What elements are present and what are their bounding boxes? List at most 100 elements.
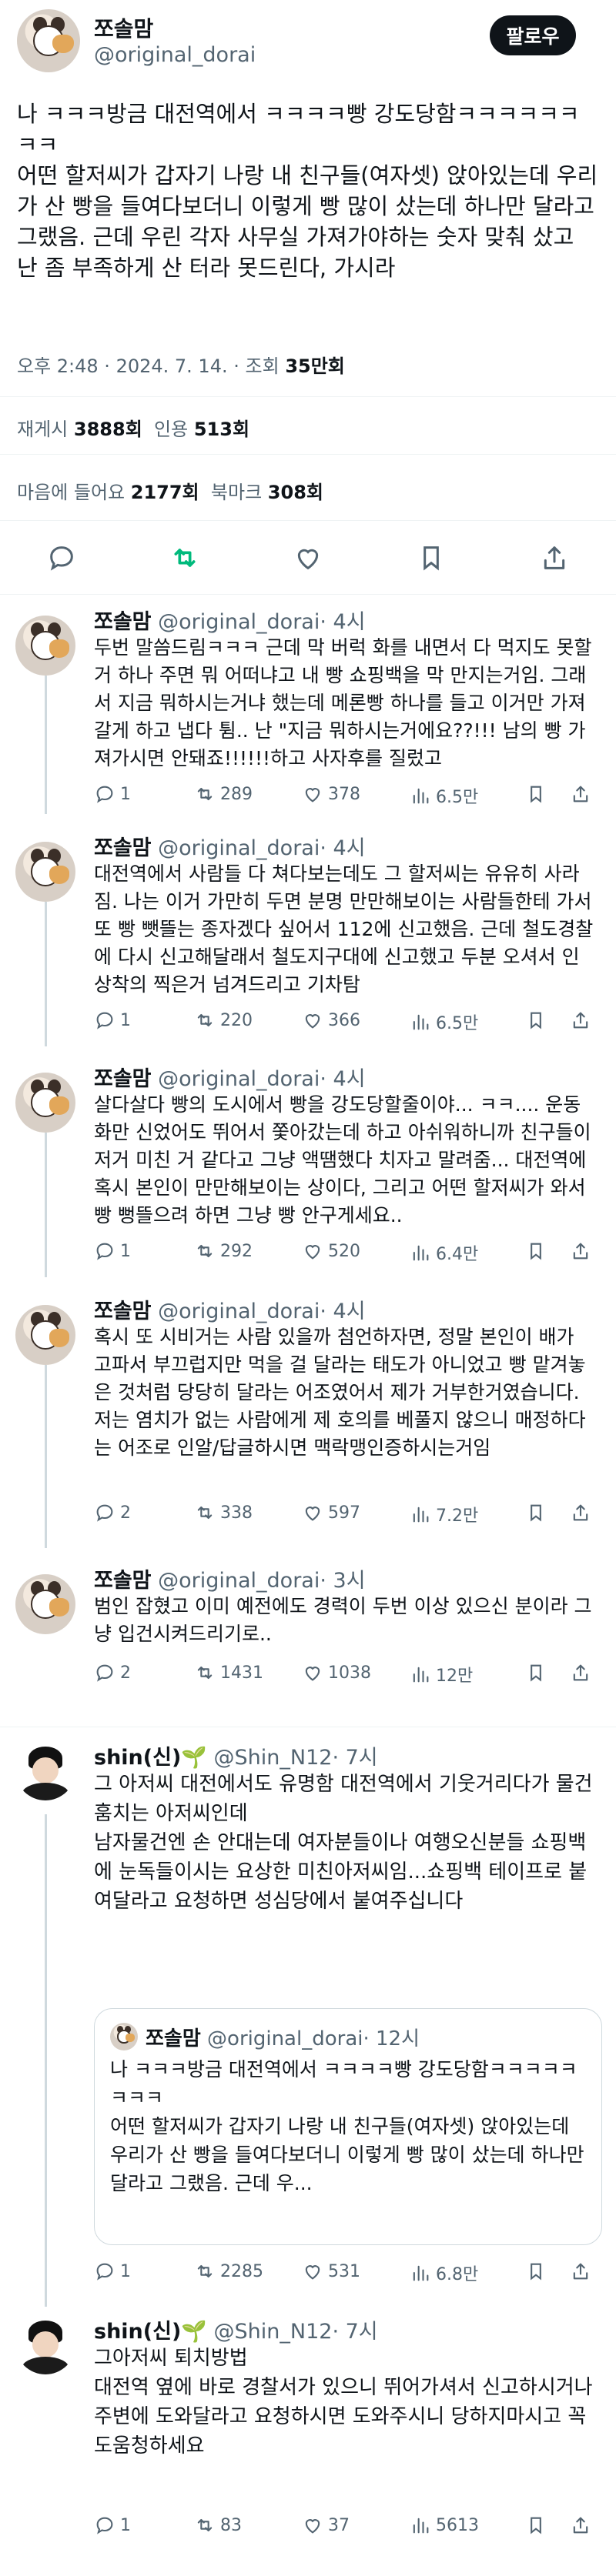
reply-time[interactable]: · 4시: [320, 1067, 365, 1091]
repost-count[interactable]: 1431: [194, 1662, 263, 1683]
reply-tweet[interactable]: 쪼솔맘 @original_dorai· 4시 혹시 또 시비거는 사람 있을까…: [0, 1294, 616, 1563]
author-name[interactable]: 쪼솔맘: [94, 1067, 152, 1091]
view-count[interactable]: 6.5만: [410, 783, 478, 808]
reply-count[interactable]: 2: [94, 1662, 131, 1683]
reply-count[interactable]: 1: [94, 783, 131, 805]
like-count[interactable]: 378: [302, 783, 360, 805]
bookmark-icon[interactable]: [525, 2514, 547, 2536]
avatar[interactable]: [15, 1740, 75, 1800]
share-icon[interactable]: [570, 2514, 591, 2536]
author-name[interactable]: 쪼솔맘: [94, 836, 152, 860]
avatar[interactable]: [15, 616, 75, 676]
avatar[interactable]: [17, 9, 80, 72]
share-icon[interactable]: [570, 1009, 591, 1031]
author-handle[interactable]: @original_dorai: [94, 43, 256, 67]
reply-time[interactable]: · 4시: [320, 1300, 365, 1323]
reply-count[interactable]: 1: [94, 1009, 131, 1031]
tweet-time[interactable]: 오후 2:48 · 2024. 7. 14.: [17, 355, 228, 377]
bookmark-icon[interactable]: [525, 1662, 547, 1683]
reply-tweet[interactable]: 쪼솔맘 @original_dorai· 4시 살다살다 빵의 도시에서 빵을 …: [0, 1062, 616, 1293]
thread-line: [45, 902, 47, 1046]
reply-time[interactable]: · 7시: [332, 1746, 377, 1770]
divider: [0, 396, 616, 397]
reply-time[interactable]: · 3시: [320, 1569, 365, 1593]
author-handle[interactable]: @original_dorai: [158, 610, 320, 634]
share-icon[interactable]: [570, 1240, 591, 1262]
reposts-label[interactable]: 재게시: [17, 419, 68, 440]
bookmark-icon[interactable]: [416, 542, 447, 573]
avatar[interactable]: [15, 842, 75, 902]
share-icon[interactable]: [570, 1502, 591, 1523]
share-icon[interactable]: [570, 783, 591, 805]
author-name[interactable]: shin(신)🌱: [94, 1746, 207, 1770]
reply-count[interactable]: 1: [94, 2261, 131, 2282]
avatar[interactable]: [15, 2314, 75, 2374]
avatar[interactable]: [15, 1073, 75, 1133]
like-count[interactable]: 520: [302, 1240, 360, 1262]
repost-icon[interactable]: [169, 542, 200, 573]
author-handle[interactable]: @original_dorai: [158, 1067, 320, 1091]
thread-line: [45, 1133, 47, 1277]
share-icon[interactable]: [570, 1662, 591, 1683]
reply-header: 쪼솔맘 @original_dorai· 4시: [94, 605, 366, 635]
author-handle[interactable]: @Shin_N12: [214, 1746, 333, 1770]
repost-count[interactable]: 292: [194, 1240, 253, 1262]
repost-count[interactable]: 289: [194, 783, 253, 805]
view-count[interactable]: 7.2만: [410, 1502, 478, 1527]
bookmark-icon[interactable]: [525, 2261, 547, 2282]
likes-label[interactable]: 마음에 들어요: [17, 482, 125, 503]
bookmark-icon[interactable]: [525, 1009, 547, 1031]
avatar[interactable]: [15, 1305, 75, 1365]
quoted-tweet[interactable]: 쪼솔맘 @original_dorai· 12시 나 ㅋㅋㅋ방금 대전역에서 ㅋ…: [94, 2008, 602, 2245]
reply-text: 범인 잡혔고 이미 예전에도 경력이 두번 이상 있으신 분이라 그냥 입건시켜…: [94, 1595, 592, 1645]
follow-button[interactable]: 팔로우: [490, 15, 576, 55]
view-count[interactable]: 6.8만: [410, 2261, 478, 2285]
like-count[interactable]: 597: [302, 1502, 360, 1523]
bookmark-icon[interactable]: [525, 783, 547, 805]
reply-count[interactable]: 2: [94, 1502, 131, 1523]
like-count[interactable]: 366: [302, 1009, 360, 1031]
author-name[interactable]: 쪼솔맘: [94, 610, 152, 634]
author-handle[interactable]: @original_dorai: [158, 1569, 320, 1593]
author-name[interactable]: 쪼솔맘: [94, 1569, 152, 1593]
reply-time[interactable]: · 4시: [320, 610, 365, 634]
author-name[interactable]: 쪼솔맘: [94, 1300, 152, 1323]
reply-tweet[interactable]: shin(신)🌱 @Shin_N12· 7시 그 아저씨 대전에서도 유명함 대…: [0, 1740, 616, 2294]
reply-tweet[interactable]: 쪼솔맘 @original_dorai· 4시 두번 말씀드림ㅋㅋㅋ 근데 막 …: [0, 605, 616, 831]
like-count[interactable]: 531: [302, 2261, 360, 2282]
author-handle[interactable]: @original_dorai: [158, 836, 320, 860]
view-count[interactable]: 6.5만: [410, 1009, 478, 1034]
reply-count[interactable]: 1: [94, 2514, 131, 2536]
like-icon[interactable]: [293, 542, 323, 573]
reply-tweet[interactable]: shin(신)🌱 @Shin_N12· 7시 그아저씨 퇴치방법 대전역 옆에 …: [0, 2314, 616, 2561]
view-count[interactable]: 6.4만: [410, 1240, 478, 1265]
quotes-count[interactable]: 513회: [194, 419, 249, 440]
author-name[interactable]: 쪼솔맘: [94, 12, 153, 43]
like-count[interactable]: 1038: [302, 1662, 371, 1683]
bookmark-icon[interactable]: [525, 1502, 547, 1523]
reply-count[interactable]: 1: [94, 1240, 131, 1262]
repost-count[interactable]: 83: [194, 2514, 242, 2536]
views-icon: [413, 2265, 429, 2281]
bookmark-icon[interactable]: [525, 1240, 547, 1262]
view-count[interactable]: 5613: [410, 2514, 479, 2536]
repost-count[interactable]: 338: [194, 1502, 253, 1523]
share-icon[interactable]: [570, 2261, 591, 2282]
share-icon[interactable]: [539, 542, 570, 573]
likes-count[interactable]: 2177회: [131, 482, 199, 503]
reply-time[interactable]: · 7시: [332, 2320, 377, 2344]
reply-time[interactable]: · 4시: [320, 836, 365, 860]
repost-count[interactable]: 220: [194, 1009, 253, 1031]
reply-tweet[interactable]: 쪼솔맘 @original_dorai· 3시 범인 잡혔고 이미 예전에도 경…: [0, 1563, 616, 1725]
view-count[interactable]: 12만: [410, 1662, 473, 1687]
avatar[interactable]: [15, 1574, 75, 1634]
reply-tweet[interactable]: 쪼솔맘 @original_dorai· 4시 대전역에서 사람들 다 쳐다보는…: [0, 831, 616, 1062]
quotes-label[interactable]: 인용: [154, 419, 188, 440]
author-handle[interactable]: @original_dorai: [158, 1300, 320, 1323]
reposts-count[interactable]: 3888회: [74, 419, 142, 440]
author-handle[interactable]: @Shin_N12: [214, 2320, 333, 2344]
repost-count[interactable]: 2285: [194, 2261, 263, 2282]
reply-icon[interactable]: [46, 542, 77, 573]
author-name[interactable]: shin(신)🌱: [94, 2320, 207, 2344]
like-count[interactable]: 37: [302, 2514, 350, 2536]
